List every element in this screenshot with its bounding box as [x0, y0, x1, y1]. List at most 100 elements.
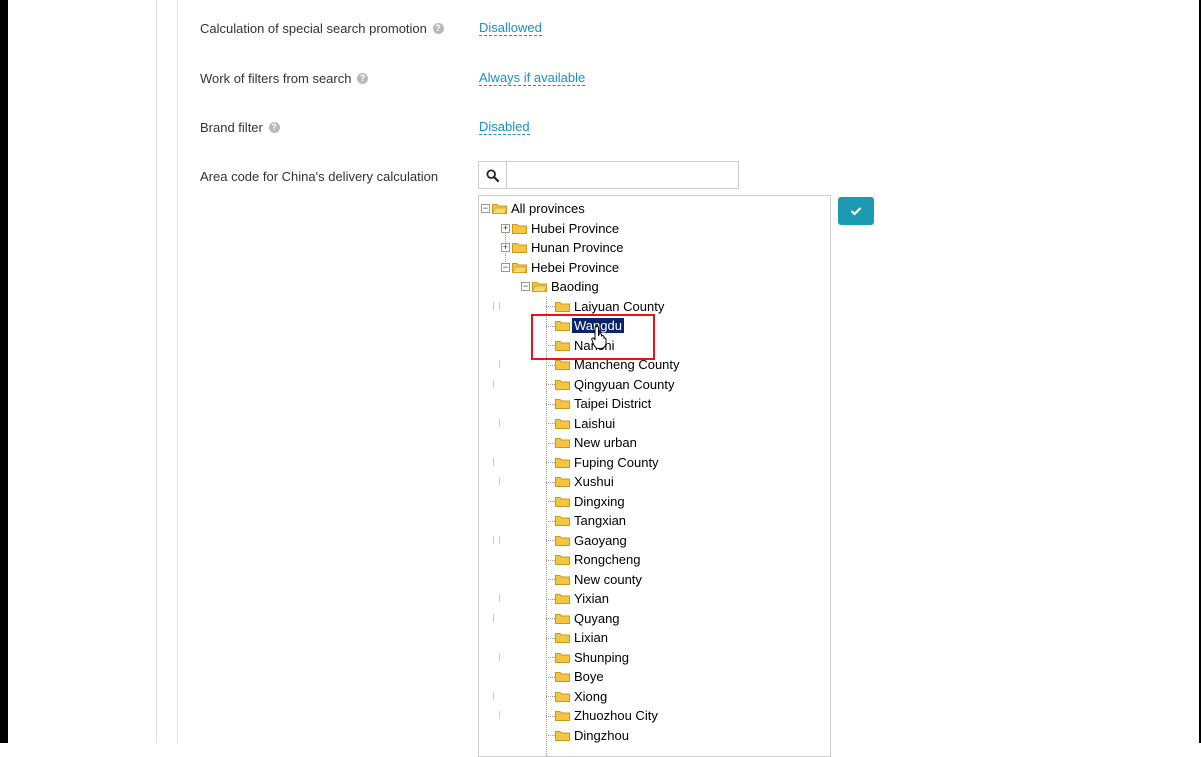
tree-node-county[interactable]: Qingyuan County: [555, 375, 676, 394]
question-circle-icon[interactable]: ?: [357, 73, 369, 85]
tree-connector: [546, 306, 555, 307]
tree-node-county[interactable]: Shunping: [555, 648, 631, 667]
confirm-button[interactable]: [838, 197, 874, 225]
tree-connector: [546, 364, 555, 366]
tree-node-label: Lixian: [574, 630, 608, 645]
folder-icon: [555, 594, 570, 604]
question-circle-icon[interactable]: ?: [268, 122, 280, 134]
settings-panel: Calculation of special search promotion …: [177, 0, 1199, 757]
tree-node-baoding[interactable]: − Baoding: [521, 277, 601, 296]
tree-node-label: Wangdu: [572, 318, 624, 333]
tree-connector: [546, 579, 555, 580]
filters-from-search-value-link[interactable]: Always if available: [479, 70, 586, 86]
expand-toggle-icon[interactable]: +: [501, 243, 510, 252]
tree-node-label: Xiong: [574, 688, 608, 704]
tree-node-county[interactable]: Tangxian: [555, 511, 628, 530]
tree-node-label: Gaoyang: [574, 532, 627, 548]
question-circle-icon[interactable]: ?: [432, 23, 444, 35]
folder-icon: [555, 496, 570, 507]
tree-node-province[interactable]: + Hubei Province: [501, 219, 621, 238]
tree-node-county[interactable]: Nanshi: [555, 336, 616, 355]
expand-toggle-icon[interactable]: +: [501, 223, 510, 233]
tree-node-label: New county: [574, 571, 642, 587]
tree-node-county[interactable]: Gaoyang: [555, 531, 629, 550]
tree-node-label: Baoding: [551, 279, 599, 294]
tree-connector: [546, 540, 555, 541]
tree-node-label: Fuping County: [574, 454, 659, 470]
tree-node-county[interactable]: Quyang: [555, 609, 622, 628]
tree-connector: [546, 735, 555, 736]
tree-guide-mark: [499, 652, 500, 661]
tree-node-county[interactable]: Rongcheng: [555, 550, 643, 569]
folder-icon: [492, 204, 507, 214]
tree-connector: [546, 598, 555, 600]
folder-icon: [512, 262, 527, 273]
tree-node-province[interactable]: + Hunan Province: [501, 238, 626, 257]
tree-guide-mark: [499, 711, 500, 719]
tree-node-all-provinces[interactable]: − All provinces: [481, 199, 587, 218]
tree-connector: [546, 501, 555, 502]
tree-node-label: New urban: [574, 435, 637, 450]
search-button[interactable]: [478, 161, 506, 189]
tree-connector: [546, 696, 555, 697]
tree-node-county[interactable]: Xushui: [555, 472, 616, 491]
tree-node-label: Quyang: [574, 610, 620, 626]
tree-node-county[interactable]: Fuping County: [555, 453, 661, 472]
tree-node-county[interactable]: Mancheng County: [555, 355, 682, 374]
tree-node-label: Nanshi: [574, 337, 615, 353]
tree-node-county[interactable]: Lixian: [555, 628, 610, 647]
tree-node-county[interactable]: Yixian: [555, 589, 611, 608]
folder-icon: [555, 457, 570, 468]
setting-label-special-search: Calculation of special search promotion …: [200, 21, 444, 36]
folder-icon: [555, 652, 570, 663]
folder-icon: [555, 379, 570, 390]
folder-icon: [532, 282, 547, 292]
tree-connector: [546, 462, 555, 463]
area-search-input[interactable]: [506, 161, 739, 189]
tree-node-county[interactable]: New county: [555, 570, 644, 589]
folder-icon: [512, 223, 527, 234]
folder-icon: [555, 418, 570, 429]
check-icon: [850, 207, 862, 216]
tree-node-county[interactable]: Zhuozhou City: [555, 706, 660, 725]
tree-node-county[interactable]: Taipei District: [555, 394, 653, 413]
tree-connector: [546, 715, 555, 717]
tree-connector: [546, 637, 555, 639]
folder-icon: [555, 399, 570, 409]
column-divider: [156, 0, 157, 743]
tree-node-province[interactable]: − Hebei Province: [501, 258, 621, 277]
brand-filter-value-link[interactable]: Disabled: [479, 119, 530, 135]
tree-guide-mark: [493, 691, 494, 700]
tree-node-county[interactable]: Laiyuan County: [555, 297, 666, 316]
tree-node-label: Hunan Province: [531, 240, 624, 255]
tree-node-county[interactable]: Boye: [555, 667, 606, 686]
folder-icon: [555, 730, 570, 741]
tree-node-county[interactable]: Dingxing: [555, 492, 627, 511]
tree-node-county[interactable]: Dingzhou: [555, 726, 631, 745]
tree-connector: [546, 618, 555, 619]
collapse-toggle-icon[interactable]: −: [521, 282, 530, 291]
tree-guide-mark: [493, 301, 494, 310]
folder-icon: [555, 574, 570, 585]
folder-icon: [555, 438, 570, 448]
tree-node-label: Zhuozhou City: [574, 708, 658, 723]
tree-node-county[interactable]: Laishui: [555, 414, 617, 433]
tree-node-county[interactable]: Xiong: [555, 687, 609, 706]
tree-node-county[interactable]: New urban: [555, 433, 639, 452]
setting-label-area-code: Area code for China's delivery calculati…: [200, 169, 439, 184]
special-search-value-link[interactable]: Disallowed: [479, 20, 542, 36]
tree-guide-mark: [499, 418, 500, 427]
tree-node-selected-wangdu[interactable]: Wangdu: [555, 316, 624, 335]
tree-connector: [546, 520, 555, 522]
tree-node-label: Tangxian: [574, 513, 627, 528]
tree-guide-mark: [499, 301, 500, 310]
tree-node-label: Dingzhou: [574, 727, 629, 743]
tree-node-label: Rongcheng: [574, 552, 641, 567]
collapse-toggle-icon[interactable]: −: [481, 204, 490, 213]
tree-guide-mark: [499, 360, 500, 368]
tree-connector: [546, 423, 555, 424]
tree-guide-mark: [499, 477, 500, 485]
collapse-toggle-icon[interactable]: −: [501, 262, 510, 272]
tree-guide-mark: [493, 613, 494, 622]
tree-connector: [546, 384, 555, 385]
